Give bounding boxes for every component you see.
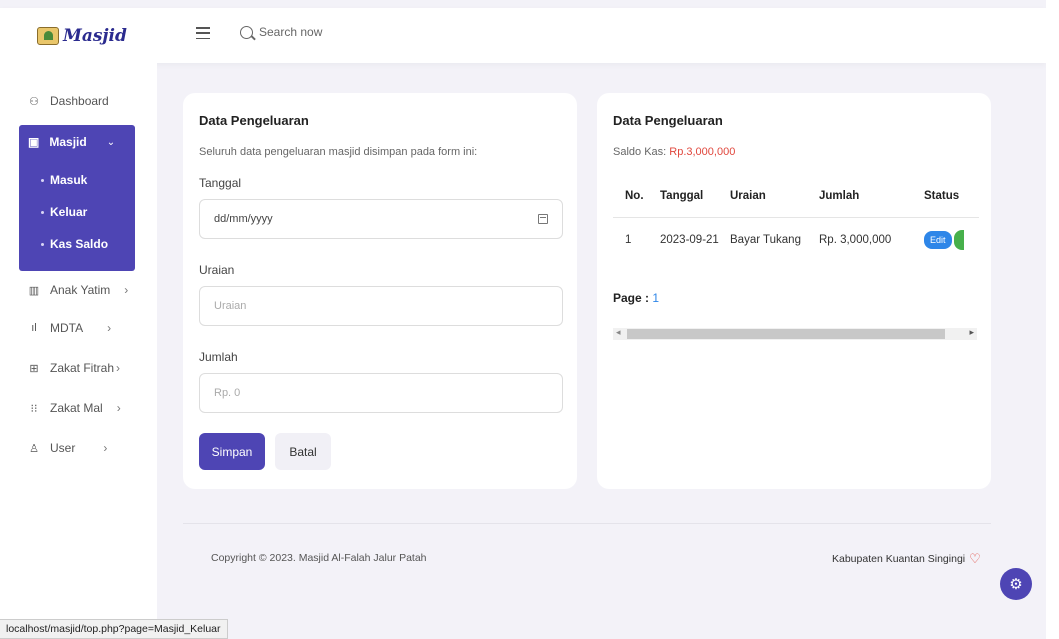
settings-gear-icon[interactable]: ⚙ — [1000, 568, 1032, 600]
search-box[interactable]: Search now — [240, 25, 322, 39]
delete-button[interactable] — [953, 230, 964, 251]
page-scrollbar[interactable] — [1046, 0, 1059, 639]
uraian-input[interactable] — [214, 300, 548, 312]
scrollbar-thumb[interactable] — [627, 329, 945, 339]
column-header: Tanggal — [660, 175, 730, 218]
search-icon — [240, 25, 253, 39]
table-row: 1 2023-09-21 Bayar Tukang Rp. 3,000,000 … — [613, 217, 979, 263]
menu-toggle-icon[interactable] — [196, 27, 210, 39]
sidebar-item-label: Masjid — [49, 135, 87, 149]
search-placeholder[interactable]: Search now — [259, 25, 322, 39]
cell-jumlah: Rp. 3,000,000 — [819, 234, 892, 247]
column-header: Uraian — [730, 175, 815, 218]
expense-list-card: Data Pengeluaran Saldo Kas: Rp.3,000,000… — [597, 93, 991, 489]
form-title: Data Pengeluaran — [199, 113, 309, 128]
sidebar-subitem-label: Keluar — [50, 205, 88, 219]
bar-chart-icon: ıl — [31, 322, 37, 334]
sidebar-item-anak-yatim[interactable]: ▥ Anak Yatim › — [28, 283, 128, 297]
jumlah-field[interactable] — [199, 373, 563, 413]
chevron-right-icon: › — [103, 441, 108, 455]
copyright-text: Copyright © 2023. Masjid Al-Falah Jalur … — [211, 552, 427, 564]
sidebar-item-label: Zakat Mal — [50, 401, 103, 415]
browser-status-url: localhost/masjid/top.php?page=Masjid_Kel… — [0, 619, 228, 639]
chevron-right-icon: › — [107, 321, 112, 335]
sidebar-item-label: MDTA — [50, 321, 84, 335]
bullet-icon — [41, 242, 44, 246]
sidebar-item-mdta[interactable]: ıl MDTA › — [28, 321, 111, 335]
tanggal-label: Tanggal — [199, 176, 242, 190]
sidebar-subitem-masuk[interactable]: Masuk — [41, 173, 87, 187]
edit-button[interactable]: Edit — [924, 231, 952, 250]
jumlah-input[interactable] — [214, 387, 548, 399]
column-header: No. — [613, 175, 660, 218]
top-bar: Masjid Search now — [0, 8, 1046, 63]
scroll-right-icon[interactable]: ▸ — [969, 327, 974, 338]
footer-region: Kabupaten Kuantan Singingi ♡ — [832, 551, 981, 567]
scroll-left-icon[interactable]: ◂ — [616, 327, 621, 338]
cell-uraian: Bayar Tukang — [730, 234, 801, 247]
sidebar-item-dashboard[interactable]: ⚇ Dashboard — [28, 94, 109, 108]
calendar-icon[interactable] — [538, 214, 548, 224]
saldo-value: Rp.3,000,000 — [669, 146, 736, 158]
sidebar-subitem-keluar[interactable]: Keluar — [41, 205, 87, 219]
sidebar-item-masjid[interactable]: ▣ Masjid ⌄ — [28, 135, 115, 149]
cell-no: 1 — [625, 234, 632, 247]
sidebar-group-masjid: ▣ Masjid ⌄ Masuk Keluar Kas Saldo — [19, 125, 135, 271]
logo[interactable]: Masjid — [37, 26, 127, 46]
pagination: Page : 1 — [613, 291, 659, 305]
calendar-icon: ▣ — [28, 135, 40, 149]
saldo-label: Saldo Kas: — [613, 146, 667, 158]
chevron-down-icon: ⌄ — [106, 136, 116, 148]
region-text: Kabupaten Kuantan Singingi — [832, 553, 966, 565]
compress-icon: ⁝⁝ — [30, 402, 38, 415]
cell-status: Edit — [910, 217, 979, 263]
tanggal-field[interactable]: dd/mm/yyyy — [199, 199, 563, 239]
column-header: Status — [910, 175, 979, 218]
table-icon: ⊞ — [29, 362, 39, 375]
sidebar-item-zakat-mal[interactable]: ⁝⁝ Zakat Mal › — [28, 401, 121, 415]
expense-table: No. Tanggal Uraian Jumlah Status 1 2023-… — [613, 175, 979, 263]
sidebar-item-zakat-fitrah[interactable]: ⊞ Zakat Fitrah › — [28, 361, 120, 375]
column-header: Jumlah — [815, 175, 910, 218]
user-icon: ♙ — [29, 442, 39, 455]
saldo-kas: Saldo Kas: Rp.3,000,000 — [613, 146, 735, 158]
sidebar-item-label: Dashboard — [50, 94, 109, 108]
page-link[interactable]: 1 — [652, 291, 659, 305]
table-header-row: No. Tanggal Uraian Jumlah Status — [613, 175, 979, 218]
sidebar-item-label: Zakat Fitrah — [50, 361, 115, 375]
jumlah-label: Jumlah — [199, 350, 238, 364]
footer-divider — [183, 523, 991, 524]
heart-icon: ♡ — [969, 551, 981, 566]
cancel-button[interactable]: Batal — [275, 433, 331, 470]
bullet-icon — [41, 178, 44, 182]
sidebar-subitem-label: Kas Saldo — [50, 237, 109, 251]
columns-icon: ▥ — [28, 284, 40, 297]
form-description: Seluruh data pengeluaran masjid disimpan… — [199, 146, 478, 158]
mosque-logo-icon — [37, 27, 59, 45]
grid-icon: ⚇ — [29, 95, 39, 108]
chevron-right-icon: › — [124, 283, 129, 297]
logo-text: Masjid — [63, 26, 127, 46]
sidebar-item-label: Anak Yatim — [50, 283, 111, 297]
sidebar-subitem-kas-saldo[interactable]: Kas Saldo — [41, 237, 108, 251]
page-label: Page : — [613, 291, 650, 305]
tanggal-value: dd/mm/yyyy — [214, 213, 273, 225]
list-title: Data Pengeluaran — [613, 113, 723, 128]
sidebar-item-label: User — [50, 441, 76, 455]
sidebar-item-user[interactable]: ♙ User › — [28, 441, 107, 455]
bullet-icon — [41, 210, 44, 214]
chevron-right-icon: › — [116, 361, 121, 375]
chevron-right-icon: › — [116, 401, 121, 415]
uraian-field[interactable] — [199, 286, 563, 326]
save-button[interactable]: Simpan — [199, 433, 265, 470]
sidebar-subitem-label: Masuk — [50, 173, 88, 187]
cell-tanggal: 2023-09-21 — [660, 234, 719, 247]
horizontal-scrollbar[interactable]: ◂ ▸ — [613, 327, 977, 340]
sidebar: ⚇ Dashboard ▣ Masjid ⌄ Masuk Keluar Kas … — [0, 63, 157, 639]
expense-form-card: Data Pengeluaran Seluruh data pengeluara… — [183, 93, 577, 489]
uraian-label: Uraian — [199, 263, 235, 277]
